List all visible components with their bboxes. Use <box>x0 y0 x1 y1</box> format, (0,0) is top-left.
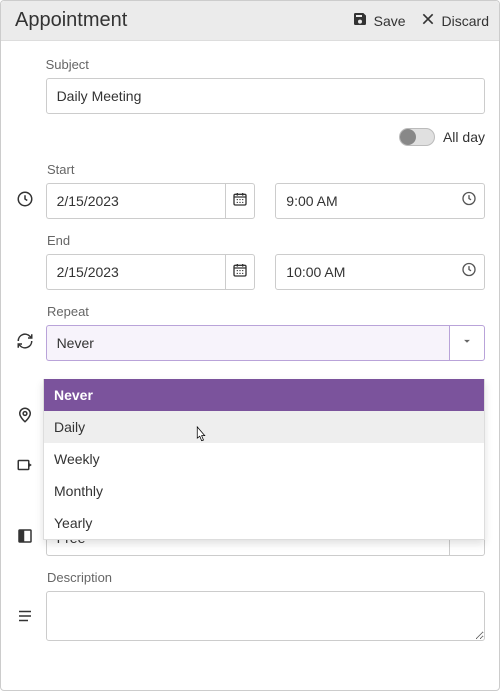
subject-label: Subject <box>46 57 485 72</box>
dialog-title: Appointment <box>15 9 127 32</box>
repeat-dropdown[interactable]: NeverDailyWeeklyMonthlyYearly <box>43 379 485 540</box>
repeat-label: Repeat <box>47 304 89 319</box>
status-icon <box>16 527 34 550</box>
end-date-input[interactable] <box>46 254 225 290</box>
repeat-option[interactable]: Daily <box>44 411 484 443</box>
start-time-input[interactable] <box>275 183 485 219</box>
calendar-icon <box>232 262 248 283</box>
close-icon <box>420 11 436 30</box>
description-label: Description <box>47 570 112 585</box>
repeat-option[interactable]: Yearly <box>44 507 484 539</box>
repeat-option[interactable]: Weekly <box>44 443 484 475</box>
discard-button[interactable]: Discard <box>420 11 489 30</box>
all-day-label: All day <box>443 129 485 145</box>
location-icon <box>16 406 34 429</box>
end-time-input[interactable] <box>275 254 485 290</box>
repeat-select[interactable]: Never <box>46 325 485 361</box>
start-date-picker-button[interactable] <box>225 183 256 219</box>
repeat-option[interactable]: Never <box>44 379 484 411</box>
calendar-icon <box>232 191 248 212</box>
all-day-toggle[interactable] <box>399 128 435 146</box>
label-icon <box>16 456 34 479</box>
start-label: Start <box>47 162 74 177</box>
repeat-option[interactable]: Monthly <box>44 475 484 507</box>
appointment-dialog: Appointment Save Discard Subject <box>0 0 500 691</box>
repeat-icon <box>16 332 34 355</box>
save-button[interactable]: Save <box>352 11 406 30</box>
titlebar: Appointment Save Discard <box>1 1 499 41</box>
end-label: End <box>47 233 70 248</box>
description-textarea[interactable] <box>46 591 485 641</box>
chevron-down-icon <box>460 334 474 353</box>
clock-icon <box>16 190 34 213</box>
repeat-select-value: Never <box>46 325 449 361</box>
discard-label: Discard <box>442 13 489 29</box>
subject-input[interactable] <box>46 78 485 114</box>
save-label: Save <box>374 13 406 29</box>
description-icon <box>16 607 34 630</box>
save-icon <box>352 11 368 30</box>
start-date-input[interactable] <box>46 183 225 219</box>
repeat-select-button[interactable] <box>449 325 485 361</box>
end-date-picker-button[interactable] <box>225 254 256 290</box>
titlebar-actions: Save Discard <box>352 11 489 30</box>
content: Subject All day Start <box>1 41 499 678</box>
